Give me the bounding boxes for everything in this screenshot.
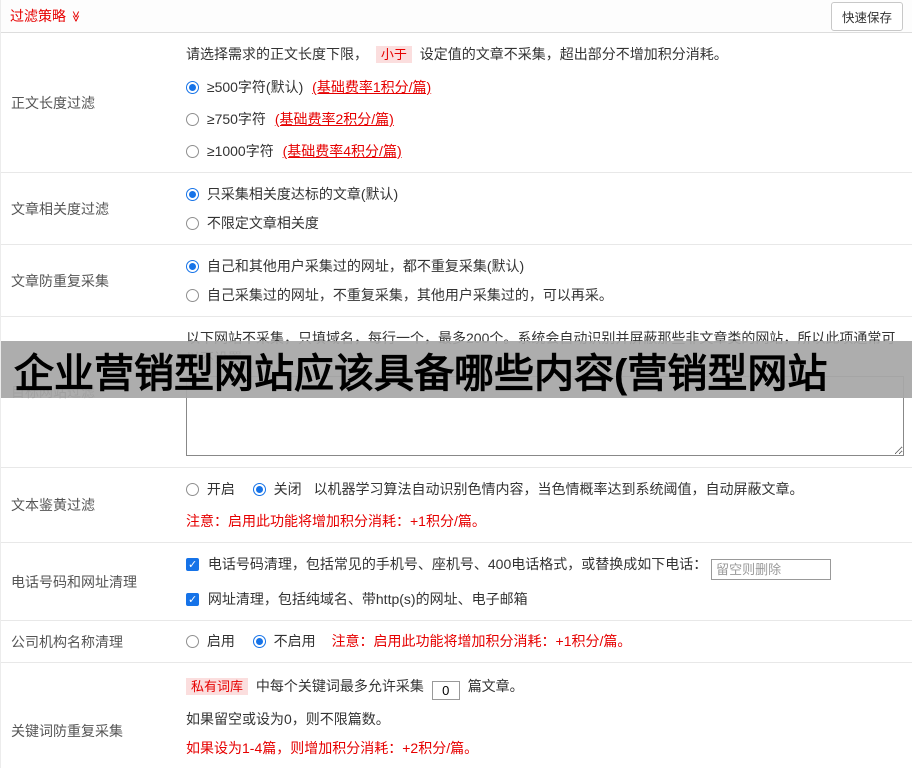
section-label-phone-url: 电话号码和网址清理	[11, 573, 137, 590]
radio-label: 关闭	[273, 481, 302, 497]
fee-note: (基础费率4积分/篇)	[282, 143, 402, 159]
radio-icon[interactable]	[186, 113, 199, 126]
phone-clean-checkbox[interactable]: 电话号码清理，包括常见的手机号、座机号、400电话格式，或替换成如下电话：	[186, 555, 711, 575]
keyword-limit-text-mid: 中每个关键词最多允许采集	[255, 678, 424, 694]
less-than-badge: 小于	[375, 46, 412, 63]
radio-icon[interactable]	[252, 483, 266, 496]
section-label-dedup: 文章防重复采集	[11, 272, 109, 289]
section-label-porn: 文本鉴黄过滤	[11, 497, 95, 513]
checkbox-label: 电话号码清理，包括常见的手机号、座机号、400电话格式，或替换成如下电话：	[207, 556, 708, 572]
radio-label: 自己和其他用户采集过的网址，都不重复采集(默认)	[206, 258, 525, 274]
radio-option-dedup-global[interactable]: 自己和其他用户采集过的网址，都不重复采集(默认)	[186, 256, 904, 276]
replacement-phone-input[interactable]	[711, 559, 832, 580]
checkbox-icon[interactable]	[186, 555, 199, 575]
radio-option-relevance-required[interactable]: 只采集相关度达标的文章(默认)	[186, 184, 904, 204]
radio-label: 自己采集过的网址，不重复采集，其他用户采集过的，可以再采。	[206, 287, 613, 303]
keyword-limit-line: 私有词库 中每个关键词最多允许采集 篇文章。	[186, 676, 904, 700]
radio-icon[interactable]	[186, 81, 199, 94]
section-relevance-filter: 文章相关度过滤 只采集相关度达标的文章(默认) 不限定文章相关度	[1, 173, 912, 245]
section-label-relevance: 文章相关度过滤	[11, 200, 109, 217]
radio-label: 不限定文章相关度	[206, 215, 319, 231]
fee-note: (基础费率1积分/篇)	[312, 79, 432, 95]
keyword-note-1-4: 如果设为1-4篇，则增加积分消耗：+2积分/篇。	[186, 740, 479, 756]
page-title-text: 过滤策略	[10, 8, 66, 24]
radio-label: 开启	[206, 481, 235, 497]
section-keyword-dedup: 关键词防重复采集 私有词库 中每个关键词最多允许采集 篇文章。 如果留空或设为0…	[1, 663, 912, 768]
radio-option-porn-off[interactable]: 关闭	[252, 481, 306, 497]
section-label-company: 公司机构名称清理	[11, 633, 123, 650]
radio-option-company-off[interactable]: 不启用	[252, 633, 320, 649]
radio-option-company-on[interactable]: 启用	[186, 633, 239, 649]
collapse-chevron-icon: ≫	[69, 10, 82, 22]
drag-ghost-overlay: 企业营销型网站应该具备哪些内容(营销型网站	[1, 341, 912, 398]
fee-note: (基础费率2积分/篇)	[274, 111, 394, 127]
radio-label: ≥500字符(默认)	[206, 79, 304, 95]
checkbox-label: 网址清理，包括纯域名、带http(s)的网址、电子邮箱	[207, 591, 528, 607]
radio-icon[interactable]	[252, 635, 266, 648]
keyword-limit-text-end: 篇文章。	[467, 678, 524, 694]
length-filter-intro: 请选择需求的正文长度下限， 小于 设定值的文章不采集，超出部分不增加积分消耗。	[186, 44, 904, 65]
intro-text-pre: 请选择需求的正文长度下限，	[186, 46, 368, 62]
radio-icon[interactable]	[186, 145, 199, 158]
section-dedup-filter: 文章防重复采集 自己和其他用户采集过的网址，都不重复采集(默认) 自己采集过的网…	[1, 245, 912, 317]
radio-label: 只采集相关度达标的文章(默认)	[206, 186, 399, 202]
checkbox-icon[interactable]	[186, 590, 199, 610]
radio-icon[interactable]	[186, 635, 199, 648]
porn-filter-cost-note: 注意：启用此功能将增加积分消耗：+1积分/篇。	[186, 513, 486, 529]
radio-icon[interactable]	[186, 217, 199, 230]
filter-strategy-page: 过滤策略 ≫ 快速保存 正文长度过滤 请选择需求的正文长度下限， 小于 设定值的…	[0, 0, 912, 768]
radio-option-dedup-self-only[interactable]: 自己采集过的网址，不重复采集，其他用户采集过的，可以再采。	[186, 285, 904, 305]
url-clean-line: 网址清理，包括纯域名、带http(s)的网址、电子邮箱	[186, 589, 904, 610]
radio-label: 不启用	[273, 633, 316, 649]
section-company-clean: 公司机构名称清理 启用 不启用 注意：启用此功能将增加积分消耗：+1积分/篇。	[1, 621, 912, 663]
top-bar: 过滤策略 ≫ 快速保存	[1, 0, 912, 33]
section-length-filter: 正文长度过滤 请选择需求的正文长度下限， 小于 设定值的文章不采集，超出部分不增…	[1, 33, 912, 173]
intro-text-post: 设定值的文章不采集，超出部分不增加积分消耗。	[419, 46, 728, 62]
url-clean-checkbox[interactable]: 网址清理，包括纯域名、带http(s)的网址、电子邮箱	[186, 590, 528, 610]
page-title[interactable]: 过滤策略 ≫	[10, 6, 81, 26]
radio-label: 启用	[206, 633, 235, 649]
porn-filter-options: 开启 关闭 以机器学习算法自动识别色情内容，当色情概率达到系统阈值，自动屏蔽文章…	[186, 479, 904, 499]
section-label-keyword: 关键词防重复采集	[11, 722, 123, 739]
radio-icon[interactable]	[186, 483, 199, 496]
radio-option-750-chars[interactable]: ≥750字符 (基础费率2积分/篇)	[186, 109, 904, 129]
phone-clean-line: 电话号码清理，包括常见的手机号、座机号、400电话格式，或替换成如下电话：	[186, 554, 904, 580]
radio-option-relevance-any[interactable]: 不限定文章相关度	[186, 213, 904, 233]
radio-icon[interactable]	[186, 260, 199, 273]
section-porn-filter: 文本鉴黄过滤 开启 关闭 以机器学习算法自动识别色情内容，当色情概率达到系统阈值…	[1, 468, 912, 543]
company-clean-options: 启用 不启用 注意：启用此功能将增加积分消耗：+1积分/篇。	[186, 631, 904, 651]
section-label-length: 正文长度过滤	[11, 94, 95, 111]
radio-icon[interactable]	[186, 188, 199, 201]
keyword-count-input[interactable]	[431, 681, 460, 700]
porn-filter-description: 以机器学习算法自动识别色情内容，当色情概率达到系统阈值，自动屏蔽文章。	[313, 481, 804, 497]
company-clean-cost-note: 注意：启用此功能将增加积分消耗：+1积分/篇。	[331, 633, 632, 649]
keyword-note-zero: 如果留空或设为0，则不限篇数。	[186, 711, 390, 727]
radio-icon[interactable]	[186, 289, 199, 302]
radio-option-1000-chars[interactable]: ≥1000字符 (基础费率4积分/篇)	[186, 141, 904, 161]
section-phone-url-clean: 电话号码和网址清理 电话号码清理，包括常见的手机号、座机号、400电话格式，或替…	[1, 543, 912, 621]
radio-label: ≥750字符	[206, 111, 266, 127]
private-lexicon-badge: 私有词库	[186, 678, 249, 695]
radio-option-porn-on[interactable]: 开启	[186, 481, 239, 497]
quick-save-button[interactable]: 快速保存	[830, 1, 903, 31]
radio-label: ≥1000字符	[206, 143, 274, 159]
radio-option-500-chars[interactable]: ≥500字符(默认) (基础费率1积分/篇)	[186, 77, 904, 97]
